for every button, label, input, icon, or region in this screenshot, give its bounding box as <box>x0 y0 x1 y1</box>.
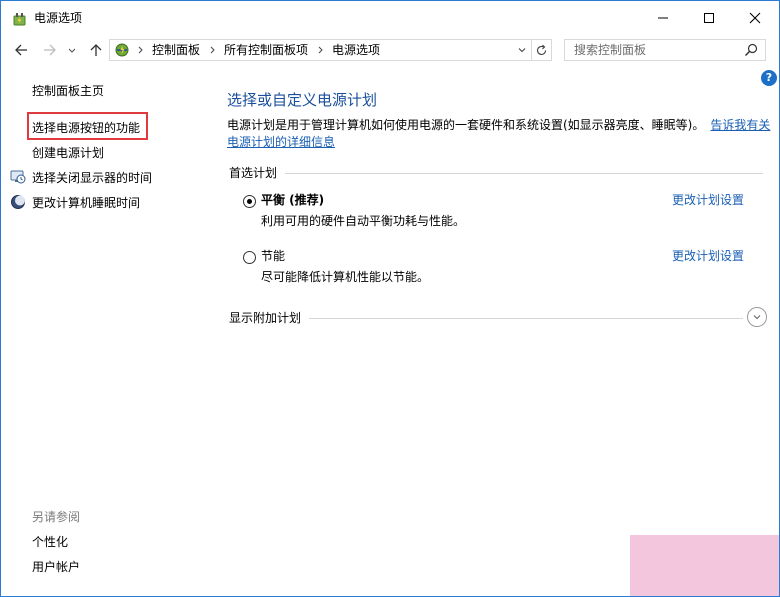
search-icon[interactable] <box>744 43 758 57</box>
address-dropdown-chevron-icon[interactable] <box>515 43 529 57</box>
learn-more-link-part2[interactable]: 电源计划的详细信息 <box>227 134 335 150</box>
left-navigation-pane: 控制面板主页 选择电源按钮的功能 创建电源计划 选择关闭显示器的时间 更改计算机… <box>1 65 207 596</box>
navigation-bar: 控制面板 所有控制面板项 电源选项 搜索控制面板 <box>1 35 779 65</box>
control-panel-icon <box>113 42 131 58</box>
refresh-button[interactable] <box>532 39 552 61</box>
sleep-moon-icon <box>10 194 26 210</box>
control-panel-home-link[interactable]: 控制面板主页 <box>32 83 104 99</box>
search-placeholder: 搜索控制面板 <box>574 43 647 57</box>
breadcrumb-separator-icon[interactable] <box>136 43 146 57</box>
pink-watermark-overlay <box>630 535 779 596</box>
help-icon[interactable]: ? <box>761 70 777 86</box>
maximize-button[interactable] <box>686 1 732 35</box>
address-bar[interactable]: 控制面板 所有控制面板项 电源选项 <box>109 39 532 61</box>
plan-balanced-radio[interactable] <box>243 195 256 208</box>
sidebar-item-sleep-time[interactable]: 更改计算机睡眠时间 <box>32 195 140 211</box>
forward-arrow-icon[interactable] <box>41 41 59 59</box>
recent-locations-chevron-icon[interactable] <box>66 41 78 59</box>
close-button[interactable] <box>732 1 778 35</box>
breadcrumb-control-panel[interactable]: 控制面板 <box>152 43 200 58</box>
show-additional-plans-header[interactable]: 显示附加计划 <box>229 310 301 326</box>
up-arrow-icon[interactable] <box>87 41 105 59</box>
see-also-user-accounts-link[interactable]: 用户帐户 <box>32 559 80 575</box>
plan-balanced-description: 利用可用的硬件自动平衡功耗与性能。 <box>261 214 466 228</box>
expand-additional-plans-button[interactable] <box>747 307 767 327</box>
window-title: 电源选项 <box>34 11 83 25</box>
preferred-plans-header: 首选计划 <box>229 166 278 180</box>
plan-power-saver-description: 尽可能降低计算机性能以节能。 <box>261 270 430 284</box>
see-also-personalization-link[interactable]: 个性化 <box>32 534 68 550</box>
learn-more-link-part1[interactable]: 告诉我有关 <box>710 118 770 132</box>
plan-power-saver-name[interactable]: 节能 <box>261 248 285 264</box>
title-bar[interactable]: 电源选项 <box>1 1 779 35</box>
plan-balanced-change-settings-link[interactable]: 更改计划设置 <box>672 192 744 208</box>
search-input[interactable]: 搜索控制面板 <box>564 39 766 61</box>
description-text: 电源计划是用于管理计算机如何使用电源的一套硬件和系统设置(如显示器亮度、睡眠等)… <box>227 118 705 132</box>
sidebar-item-power-button-function[interactable]: 选择电源按钮的功能 <box>32 120 140 136</box>
back-arrow-icon[interactable] <box>12 41 30 59</box>
chevron-down-icon <box>753 315 761 320</box>
minimize-button[interactable] <box>640 1 686 35</box>
refresh-icon <box>536 44 547 55</box>
power-options-icon <box>10 10 28 28</box>
breadcrumb-separator-icon[interactable] <box>208 43 218 57</box>
monitor-clock-icon <box>10 169 26 185</box>
breadcrumb-separator-icon[interactable] <box>316 43 326 57</box>
breadcrumb-power-options[interactable]: 电源选项 <box>332 43 380 58</box>
page-description: 电源计划是用于管理计算机如何使用电源的一套硬件和系统设置(如显示器亮度、睡眠等)… <box>227 117 770 133</box>
plan-power-saver-change-settings-link[interactable]: 更改计划设置 <box>672 248 744 264</box>
sidebar-item-display-off-time[interactable]: 选择关闭显示器的时间 <box>32 170 152 186</box>
sidebar-item-create-power-plan[interactable]: 创建电源计划 <box>32 145 104 161</box>
breadcrumb-all-items[interactable]: 所有控制面板项 <box>224 43 308 58</box>
page-title: 选择或自定义电源计划 <box>227 91 378 109</box>
plan-balanced-name[interactable]: 平衡 (推荐) <box>261 192 324 208</box>
plan-power-saver-radio[interactable] <box>243 251 256 264</box>
see-also-heading: 另请参阅 <box>32 510 81 524</box>
additional-plans-divider <box>309 318 743 319</box>
power-options-window: 电源选项 控制面板 所有控制面板项 电源选项 搜索控制面板 ? 控制面板主页 选… <box>0 0 780 597</box>
preferred-plans-divider <box>285 173 763 174</box>
